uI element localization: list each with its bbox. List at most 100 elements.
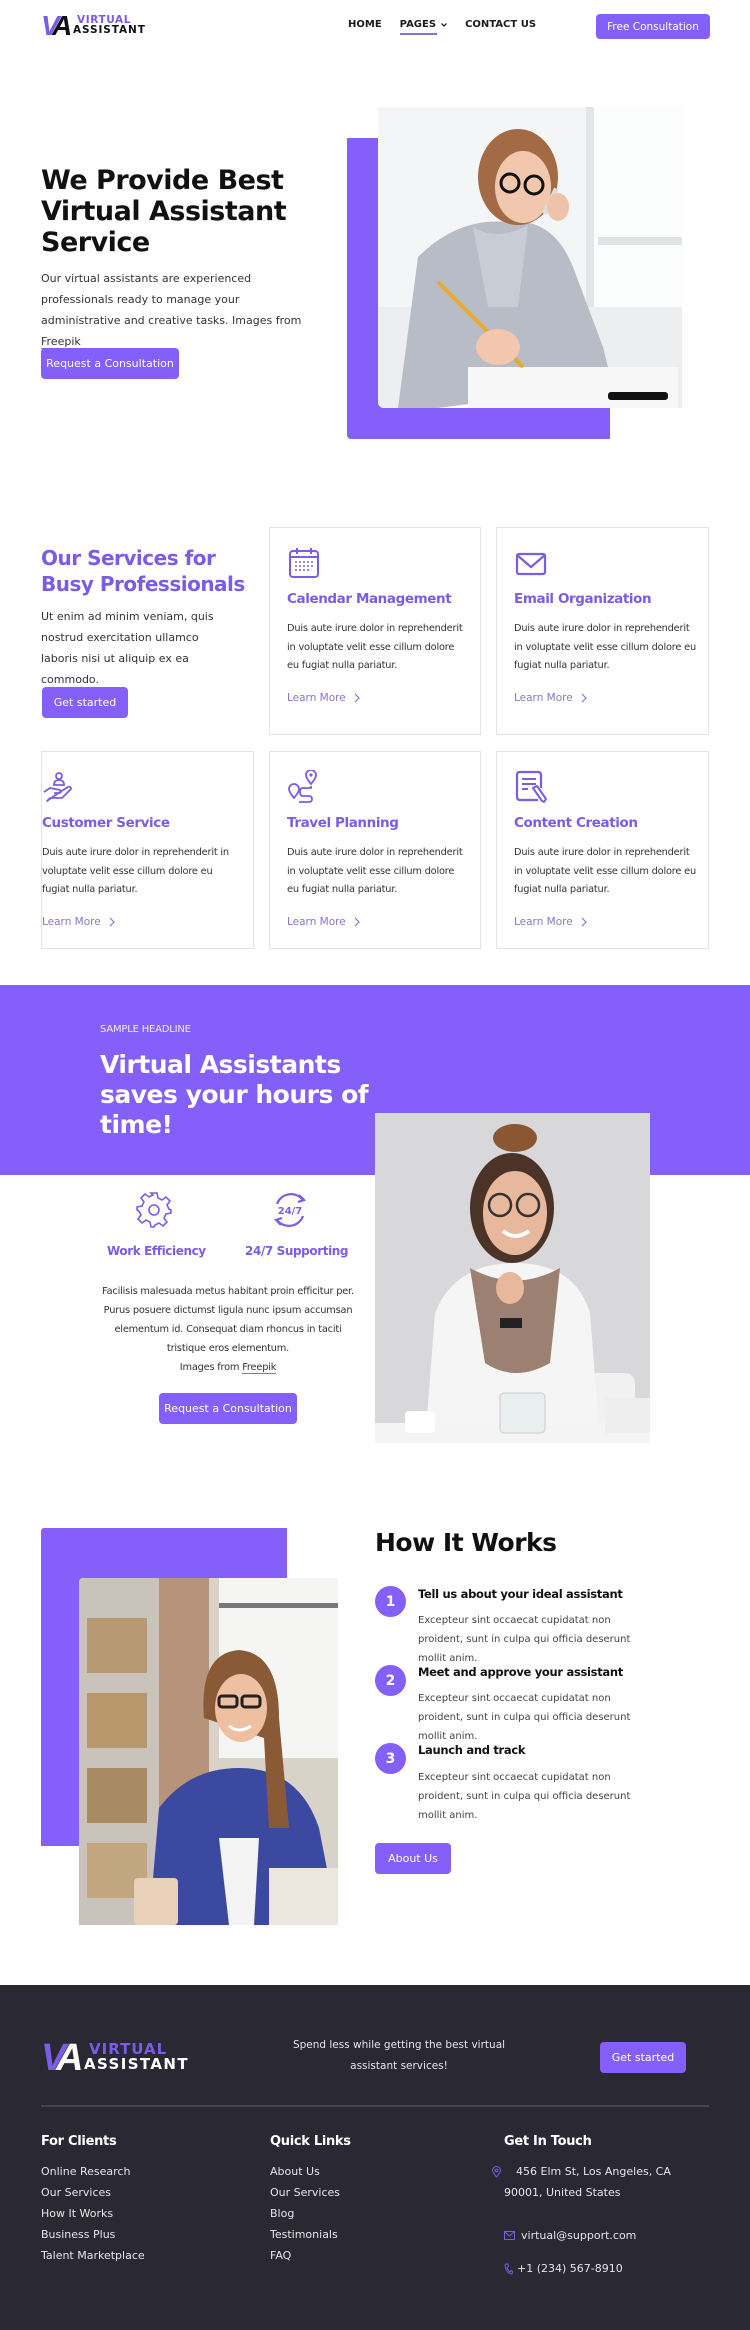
address-text: 456 Elm St, Los Angeles, CA 90001, Unite…: [504, 2165, 671, 2199]
card-description: Duis aute irure dolor in reprehenderit i…: [514, 623, 696, 671]
svg-text:24/7: 24/7: [278, 1206, 303, 1217]
hero-title-line: We Provide Best: [41, 165, 284, 196]
footer-link[interactable]: Business Plus: [41, 2224, 145, 2245]
chevron-right-icon: [354, 917, 360, 927]
chevron-right-icon: [581, 917, 587, 927]
freepik-link[interactable]: Freepik: [41, 335, 81, 349]
footer-link[interactable]: Talent Marketplace: [41, 2245, 145, 2266]
service-card-email: Email Organization Duis aute irure dolor…: [496, 527, 709, 735]
learn-more-link[interactable]: Learn More: [514, 916, 587, 928]
step-title: Launch and track: [418, 1743, 526, 1757]
images-from-text: Images from: [179, 1362, 240, 1373]
nav-home[interactable]: HOME: [348, 19, 382, 35]
services-title: Our Services for Busy Professionals: [41, 545, 245, 597]
logo-line2: ASSISTANT: [84, 2055, 189, 2073]
footer-link[interactable]: How It Works: [41, 2203, 145, 2224]
hero-photo-illustration: [378, 107, 682, 408]
service-card-customer: Customer Service Duis aute irure dolor i…: [41, 751, 254, 949]
hand-person-icon: [43, 772, 72, 802]
freepik-link[interactable]: Freepik: [242, 1362, 276, 1374]
footer-get-started-button[interactable]: Get started: [600, 2042, 686, 2073]
how-title: How It Works: [375, 1528, 557, 1557]
footer-phone[interactable]: +1 (234) 567-8910: [504, 2258, 623, 2279]
learn-more-label: Learn More: [42, 916, 101, 928]
promo-photo: [375, 1113, 650, 1443]
feature-label: Work Efficiency: [107, 1244, 206, 1258]
footer-client-links: Online Research Our Services How It Work…: [41, 2161, 145, 2266]
footer-link[interactable]: Our Services: [270, 2182, 340, 2203]
chevron-down-icon: [441, 22, 447, 27]
card-title: Customer Service: [42, 815, 170, 831]
nav-home-label: HOME: [348, 19, 382, 30]
footer-divider: [41, 2105, 709, 2107]
footer-tagline: Spend less while getting the best virtua…: [292, 2039, 506, 2072]
footer-link[interactable]: Online Research: [41, 2161, 145, 2182]
step-title: Tell us about your ideal assistant: [418, 1587, 623, 1601]
card-description: Duis aute irure dolor in reprehenderit i…: [287, 623, 463, 671]
logo-mark: VA: [41, 2037, 84, 2079]
about-us-button[interactable]: About Us: [375, 1843, 451, 1874]
step-number: 3: [375, 1743, 406, 1774]
promo-request-consultation-button[interactable]: Request a Consultation: [159, 1393, 297, 1424]
chevron-right-icon: [581, 693, 587, 703]
promo-photo-illustration: [375, 1113, 650, 1443]
learn-more-label: Learn More: [287, 916, 346, 928]
step-number: 2: [375, 1665, 406, 1696]
promo-eyebrow: SAMPLE HEADLINE: [100, 1024, 191, 1035]
card-description: Duis aute irure dolor in reprehenderit i…: [287, 847, 463, 895]
free-consultation-button[interactable]: Free Consultation: [596, 14, 710, 39]
hero-description-text: Our virtual assistants are experienced p…: [41, 272, 302, 327]
service-card-calendar: Calendar Management Duis aute irure dolo…: [269, 527, 481, 735]
services-title-line: Our Services for: [41, 546, 216, 570]
service-card-content: Content Creation Duis aute irure dolor i…: [496, 751, 709, 949]
footer-email[interactable]: virtual@support.com: [504, 2225, 636, 2246]
request-consultation-button[interactable]: Request a Consultation: [41, 348, 179, 379]
step-description: Excepteur sint occaecat cupidatat non pr…: [418, 1693, 631, 1742]
chevron-right-icon: [354, 693, 360, 703]
feature-work-efficiency: Work Efficiency: [107, 1190, 206, 1258]
card-title: Content Creation: [514, 815, 638, 831]
services-get-started-button[interactable]: Get started: [42, 687, 128, 718]
card-title: Email Organization: [514, 591, 652, 607]
promo-title-line: Virtual Assistants: [100, 1050, 341, 1079]
service-card-travel: Travel Planning Duis aute irure dolor in…: [269, 751, 481, 949]
nav-pages-label: PAGES: [399, 19, 437, 30]
nav-contact-label: CONTACT US: [465, 19, 537, 30]
route-map-icon: [288, 770, 317, 803]
footer-quick-links: About Us Our Services Blog Testimonials …: [270, 2161, 340, 2266]
footer-link[interactable]: Testimonials: [270, 2224, 340, 2245]
promo-title: Virtual Assistants saves your hours of t…: [100, 1050, 369, 1140]
nav-contact[interactable]: CONTACT US: [465, 19, 536, 35]
envelope-icon: [515, 552, 547, 576]
learn-more-link[interactable]: Learn More: [514, 692, 587, 704]
learn-more-link[interactable]: Learn More: [42, 916, 115, 928]
step-title: Meet and approve your assistant: [418, 1665, 623, 1679]
footer-col-title: Get In Touch: [504, 2134, 592, 2149]
step-number: 1: [375, 1586, 406, 1617]
footer-link[interactable]: Our Services: [41, 2182, 145, 2203]
feature-24-7-support: 24/7 24/7 Supporting: [245, 1190, 349, 1258]
promo-title-line: time!: [100, 1110, 173, 1139]
footer-address: 456 Elm St, Los Angeles, CA 90001, Unite…: [492, 2161, 704, 2203]
site-footer: VA VIRTUAL ASSISTANT Spend less while ge…: [0, 1985, 750, 2330]
footer-col-title: Quick Links: [270, 2134, 351, 2149]
card-description: Duis aute irure dolor in reprehenderit i…: [42, 847, 229, 895]
footer-link[interactable]: FAQ: [270, 2245, 340, 2266]
promo-title-line: saves your hours of: [100, 1080, 369, 1109]
footer-link[interactable]: About Us: [270, 2161, 340, 2182]
how-photo: [79, 1578, 338, 1925]
footer-logo[interactable]: VA VIRTUAL ASSISTANT: [41, 2037, 189, 2079]
footer-link[interactable]: Blog: [270, 2203, 340, 2224]
how-photo-illustration: [79, 1578, 338, 1925]
logo-line2: ASSISTANT: [73, 24, 146, 36]
location-pin-icon: [492, 2166, 501, 2178]
envelope-icon: [504, 2231, 515, 2240]
footer-col-title: For Clients: [41, 2134, 117, 2149]
learn-more-link[interactable]: Learn More: [287, 692, 360, 704]
email-text: virtual@support.com: [521, 2229, 637, 2242]
learn-more-link[interactable]: Learn More: [287, 916, 360, 928]
promo-description-text: Facilisis malesuada metus habitant proin…: [102, 1286, 354, 1354]
promo-description: Facilisis malesuada metus habitant proin…: [98, 1282, 358, 1377]
logo[interactable]: VA VIRTUAL ASSISTANT: [41, 12, 146, 40]
nav-pages[interactable]: PAGES: [399, 19, 447, 35]
